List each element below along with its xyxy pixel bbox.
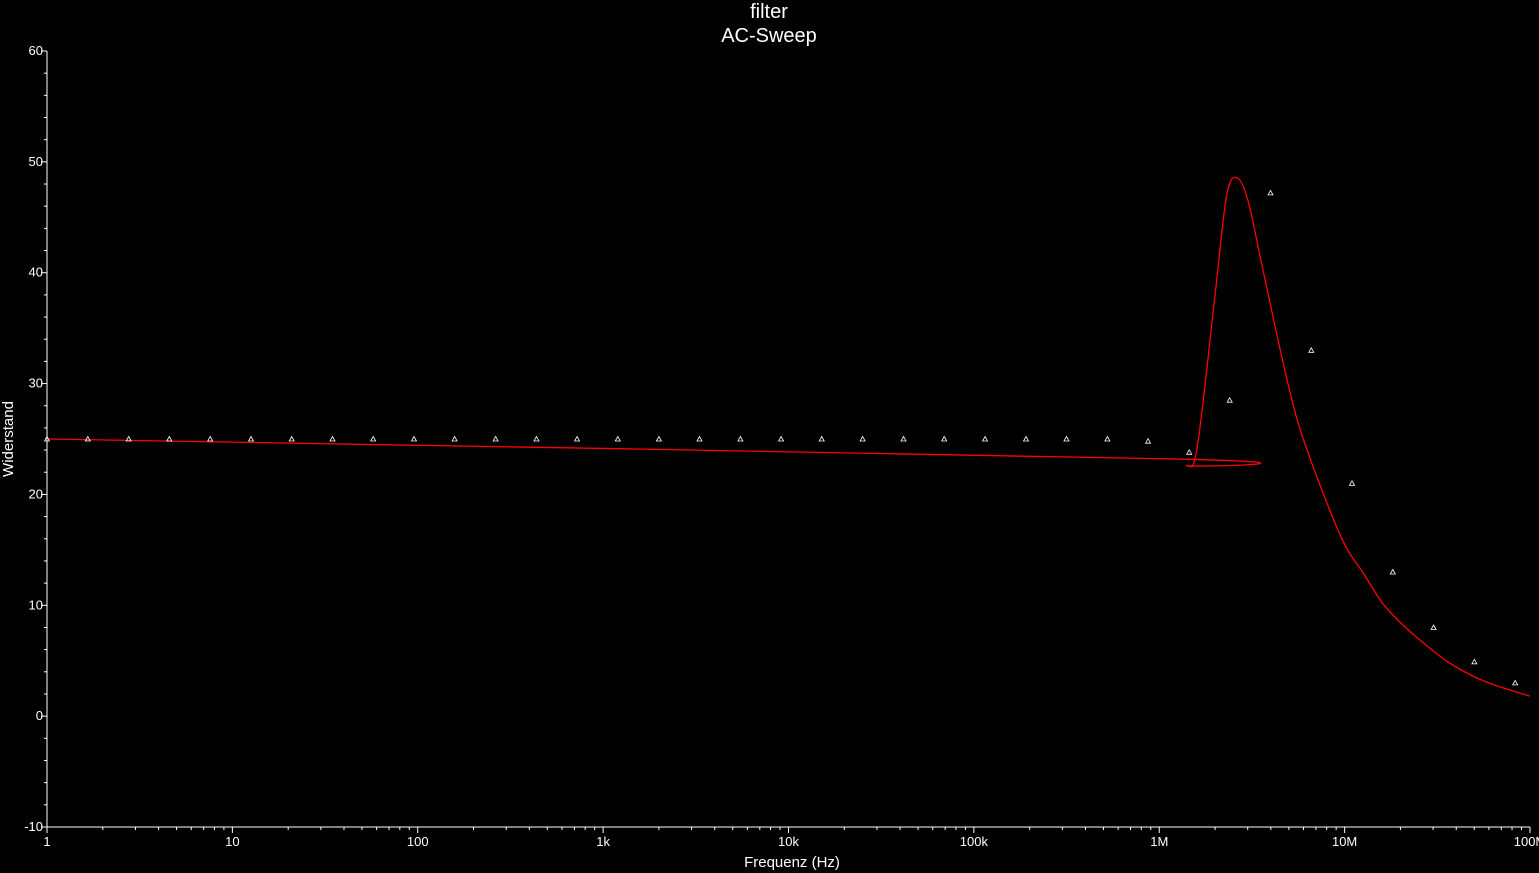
data-point-marker xyxy=(1186,448,1193,455)
x-tick-label: 100 xyxy=(407,834,429,849)
y-tick-label: 0 xyxy=(36,708,43,723)
data-point-marker xyxy=(410,435,418,442)
data-point-marker xyxy=(614,435,621,442)
y-tick-label: 50 xyxy=(29,154,43,169)
chart-title: filter xyxy=(750,1,788,23)
x-tick-label: 10k xyxy=(778,834,799,849)
y-tick-label: 40 xyxy=(29,265,43,280)
x-tick-label: 1k xyxy=(596,834,610,849)
data-point-marker xyxy=(941,435,948,442)
data-point-marker xyxy=(818,435,825,442)
data-point-marker xyxy=(900,435,907,442)
data-point-marker xyxy=(1022,435,1030,442)
series-line xyxy=(46,176,1531,697)
x-tick-label: 100M xyxy=(1514,834,1539,849)
data-point-marker xyxy=(1063,435,1070,442)
x-axis-ticks: 1 10 100 1k 10k 100k 1M 10M 100M xyxy=(43,827,1539,849)
data-point-marker xyxy=(1430,624,1437,630)
x-tick-label: 1M xyxy=(1150,834,1168,849)
data-point-marker xyxy=(166,435,173,442)
data-point-marker xyxy=(737,435,744,442)
x-tick-label: 10 xyxy=(225,834,239,849)
data-point-marker xyxy=(370,435,377,442)
data-point-marker xyxy=(1267,189,1274,196)
data-point-marker xyxy=(247,435,255,442)
y-tick-label: 60 xyxy=(29,43,43,58)
data-point-marker xyxy=(329,435,336,442)
data-point-marker xyxy=(777,435,785,442)
y-tick-label: 30 xyxy=(29,376,43,391)
data-point-marker xyxy=(1389,568,1396,575)
x-tick-label: 1 xyxy=(43,834,50,849)
y-axis-label: Widerstand xyxy=(0,401,17,477)
data-point-marker xyxy=(696,435,703,442)
chart: filter AC-Sweep 1101001k10k100k1M10M100M… xyxy=(0,1,1539,871)
data-point-marker xyxy=(1104,435,1111,442)
y-tick-label: 10 xyxy=(29,597,43,612)
series-layer xyxy=(46,176,1531,697)
data-point-marker xyxy=(1308,346,1315,353)
data-point-marker xyxy=(859,435,866,442)
data-point-marker xyxy=(1348,479,1356,486)
data-point-marker xyxy=(451,435,458,442)
data-point-marker xyxy=(207,435,214,442)
data-point-marker xyxy=(573,435,581,442)
x-tick-label: 100k xyxy=(960,834,989,849)
data-point-marker xyxy=(1512,679,1519,686)
x-axis-label: Frequenz (Hz) xyxy=(744,854,840,871)
y-tick-label: -10 xyxy=(24,819,43,834)
data-point-marker xyxy=(492,435,499,442)
y-axis-ticks: -10 0 10 20 30 40 50 60 xyxy=(24,43,47,834)
data-point-marker xyxy=(288,435,295,442)
data-point-marker xyxy=(1144,437,1152,444)
marker-layer xyxy=(43,189,1519,686)
chart-subtitle: AC-Sweep xyxy=(721,25,817,47)
axes xyxy=(46,51,1530,828)
data-point-marker xyxy=(533,435,540,442)
data-point-marker xyxy=(655,435,663,442)
data-point-marker xyxy=(1471,658,1478,665)
x-tick-label: 10M xyxy=(1332,834,1357,849)
y-tick-label: 20 xyxy=(29,486,43,501)
data-point-marker xyxy=(1226,396,1233,403)
data-point-marker xyxy=(981,435,989,442)
